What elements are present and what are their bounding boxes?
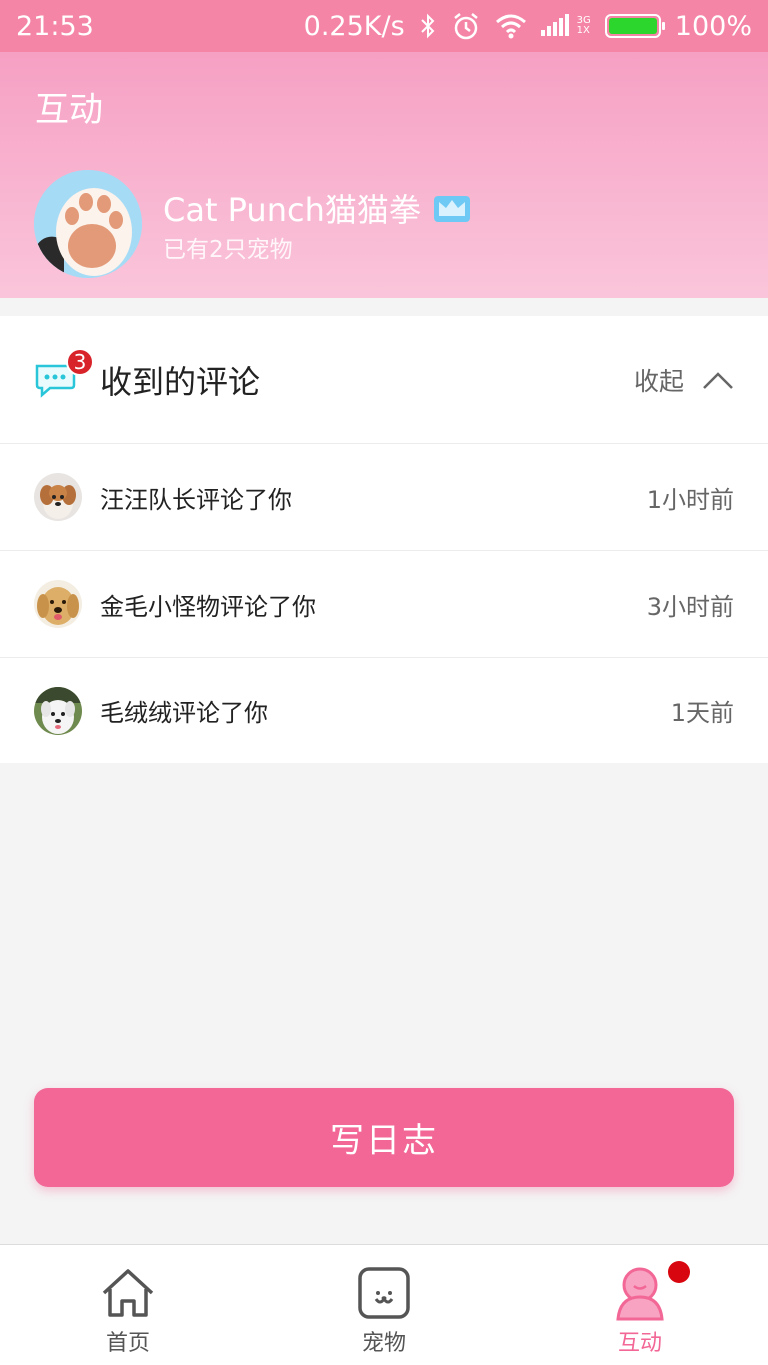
list-item[interactable]: 汪汪队长评论了你 1小时前 [0, 444, 768, 551]
status-time: 21:53 [16, 10, 94, 42]
pet-count: 已有2只宠物 [163, 237, 293, 263]
comment-text: 毛绒绒评论了你 [100, 699, 268, 727]
comment-time: 1天前 [670, 699, 734, 727]
list-item[interactable]: 毛绒绒评论了你 1天前 [0, 658, 768, 763]
profile-header: 互动 Cat Punch猫猫拳 已有2只宠物 [0, 52, 768, 298]
pet-icon [358, 1267, 410, 1319]
bottom-nav: 首页 宠物 互动 [0, 1244, 768, 1365]
status-bar: 21:53 0.25K/s 3G 1X 100% [0, 0, 768, 52]
signal-icon [540, 14, 569, 36]
nav-item-pets[interactable]: 宠物 [256, 1245, 512, 1365]
battery-icon [604, 14, 665, 38]
comment-time: 1小时前 [646, 485, 734, 514]
comment-icon-wrap: 3 [34, 347, 94, 398]
network-tag-bottom: 1X [576, 25, 590, 36]
page-title: 互动 [35, 90, 103, 130]
interact-icon [616, 1267, 664, 1321]
collapse-label: 收起 [633, 366, 684, 396]
comment-time: 3小时前 [646, 592, 734, 621]
alarm-icon [453, 13, 478, 40]
comment-text: 汪汪队长评论了你 [100, 485, 292, 514]
white-dog-avatar [34, 686, 82, 735]
status-right: 0.25K/s 3G 1X 100% [304, 11, 752, 42]
comments-card: 3 收到的评论 收起 汪汪队长评论了你 1小时前 金毛小怪物评论了你 3小时前 … [0, 316, 768, 763]
list-item[interactable]: 金毛小怪物评论了你 3小时前 [0, 551, 768, 658]
profile-name-row: Cat Punch猫猫拳 [163, 185, 471, 231]
cat-paw-icon [34, 170, 142, 278]
battery-percent: 100% [674, 10, 752, 42]
nav-label-interact: 互动 [617, 1331, 662, 1356]
wifi-icon [495, 14, 526, 39]
comments-header: 3 收到的评论 收起 [0, 316, 768, 444]
net-speed: 0.25K/s [303, 10, 405, 42]
bluetooth-icon [420, 13, 435, 39]
chevron-up-icon [703, 371, 733, 389]
profile-name: Cat Punch猫猫拳 [163, 191, 421, 229]
write-journal-button[interactable]: 写日志 [34, 1088, 734, 1187]
notification-dot [668, 1261, 690, 1283]
avatar[interactable] [34, 170, 142, 278]
comments-title: 收到的评论 [100, 362, 261, 401]
nav-item-home[interactable]: 首页 [0, 1245, 256, 1365]
nav-label-home: 首页 [105, 1331, 150, 1356]
home-icon [102, 1269, 154, 1317]
signal-indicator: 3G 1X [540, 14, 591, 38]
collapse-button[interactable]: 收起 [634, 362, 734, 398]
screen: 21:53 0.25K/s 3G 1X 100% 互动 Cat Punch猫猫拳… [0, 0, 768, 1365]
puppy-avatar [34, 473, 82, 521]
comment-text: 金毛小怪物评论了你 [100, 592, 316, 621]
network-type: 3G 1X [577, 16, 591, 36]
nav-item-interact[interactable]: 互动 [512, 1245, 768, 1365]
nav-label-pets: 宠物 [361, 1331, 406, 1356]
golden-retriever-avatar [34, 580, 82, 628]
battery-fill [608, 18, 657, 34]
unread-badge: 3 [66, 347, 94, 376]
crown-badge-icon [433, 196, 470, 222]
